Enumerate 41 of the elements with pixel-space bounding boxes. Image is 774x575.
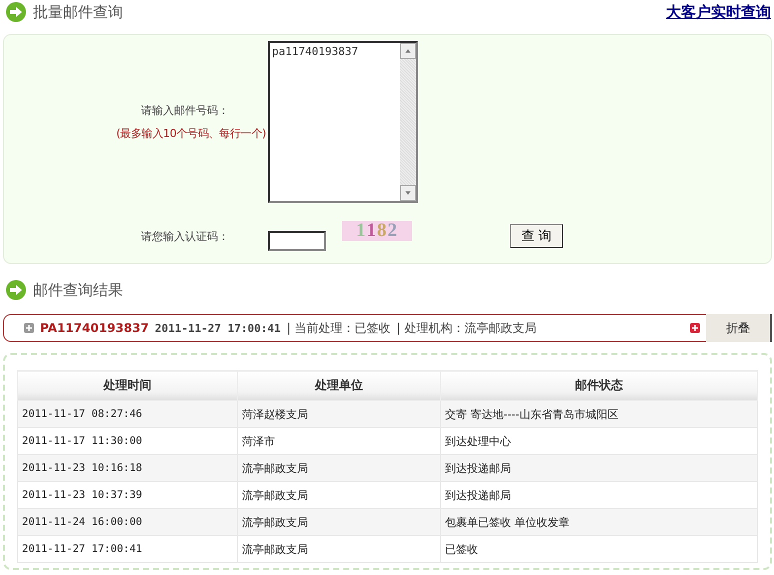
table-cell: 菏泽市 <box>238 428 440 454</box>
table-cell: 到达投递邮局 <box>440 482 758 508</box>
table-cell: 2011-11-17 08:27:46 <box>18 400 238 428</box>
column-header: 处理时间 <box>18 370 238 400</box>
table-cell: 流亭邮政支局 <box>238 508 440 536</box>
numbers-field[interactable]: pa11740193837 <box>268 41 418 203</box>
number-label: 请输入邮件号码： <box>141 103 230 118</box>
section-title: 邮件查询结果 <box>33 280 123 300</box>
scroll-up-icon[interactable] <box>400 43 416 59</box>
column-header: 邮件状态 <box>440 370 758 400</box>
current-status: | 当前处理：已签收 <box>286 320 391 336</box>
table-cell: 2011-11-27 17:00:41 <box>18 536 238 562</box>
plus-icon[interactable] <box>24 323 34 333</box>
table-cell: 2011-11-17 11:30:00 <box>18 428 238 454</box>
table-cell: 2011-11-23 10:37:39 <box>18 482 238 508</box>
table-cell: 流亭邮政支局 <box>238 454 440 482</box>
table-cell: 到达投递邮局 <box>440 454 758 482</box>
mail-number: PA11740193837 <box>40 321 149 335</box>
table-cell: 包裹单已签收 单位收发章 <box>440 508 758 536</box>
table-cell: 流亭邮政支局 <box>238 482 440 508</box>
section-title: 批量邮件查询 <box>33 2 123 22</box>
code-label: 请您输入认证码： <box>140 228 230 244</box>
table-cell: 交寄 寄达地----山东省青岛市城阳区 <box>440 400 758 428</box>
column-header: 处理单位 <box>238 370 440 400</box>
realtime-query-link[interactable]: 大客户实时查询 <box>666 2 771 22</box>
plus-icon[interactable] <box>690 323 700 333</box>
code-field[interactable] <box>268 231 326 251</box>
number-hint: (最多输入10个号码、每行一个) <box>116 126 266 141</box>
table-cell: 菏泽赵楼支局 <box>238 400 440 428</box>
scroll-down-icon[interactable] <box>400 185 416 201</box>
table-cell: 已签收 <box>440 536 758 562</box>
result-time: 2011-11-27 17:00:41 <box>154 322 281 334</box>
agency: | 处理机构：流亭邮政支局 <box>396 320 536 336</box>
scrollbar[interactable] <box>400 43 416 201</box>
table-cell: 2011-11-23 10:16:18 <box>18 454 238 482</box>
table-cell: 到达处理中心 <box>440 428 758 454</box>
collapse-button[interactable]: 折叠 <box>706 314 772 342</box>
query-button[interactable]: 查 询 <box>510 224 563 248</box>
table-cell: 流亭邮政支局 <box>238 536 440 562</box>
captcha: 1182 <box>342 221 412 241</box>
table-cell: 2011-11-24 16:00:00 <box>18 508 238 536</box>
